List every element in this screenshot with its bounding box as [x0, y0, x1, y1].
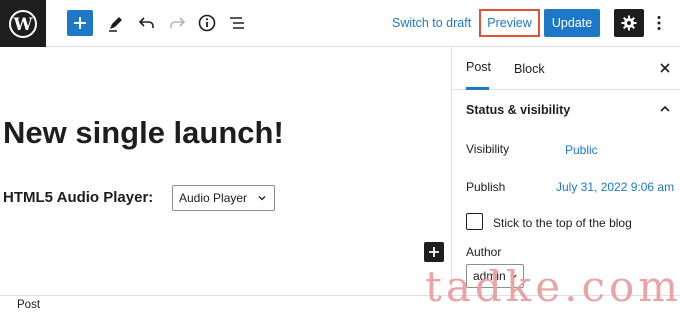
visibility-value[interactable]: Public	[565, 143, 598, 157]
breadcrumb[interactable]: Post	[17, 299, 40, 311]
audio-player-select[interactable]: Audio Player	[172, 185, 275, 211]
add-block-button[interactable]	[67, 10, 93, 36]
plus-icon	[74, 17, 86, 29]
redo-button[interactable]	[166, 12, 188, 34]
wordpress-logo-icon[interactable]: W	[0, 0, 46, 47]
author-label: Author	[466, 245, 502, 259]
tab-post-label: Post	[466, 60, 492, 74]
preview-button[interactable]: Preview	[479, 9, 540, 37]
settings-sidebar: Post Block Status & visibility Visibilit…	[451, 47, 680, 295]
block-inserter-button[interactable]	[424, 242, 444, 262]
list-view-button[interactable]	[226, 12, 248, 34]
update-button[interactable]: Update	[544, 9, 600, 37]
undo-button[interactable]	[136, 12, 158, 34]
settings-button[interactable]	[614, 9, 644, 37]
status-visibility-panel-title[interactable]: Status & visibility	[466, 103, 570, 117]
stick-to-top-checkbox[interactable]	[466, 213, 483, 230]
post-title[interactable]: New single launch!	[3, 115, 284, 151]
info-icon	[198, 14, 216, 32]
chevron-up-icon[interactable]	[659, 104, 671, 114]
audio-player-label: HTML5 Audio Player:	[3, 189, 154, 206]
close-icon[interactable]	[658, 61, 672, 75]
tab-block-label: Block	[514, 61, 545, 76]
sidebar-tabs: Post Block	[452, 47, 680, 90]
edit-tool-button[interactable]	[105, 12, 127, 34]
tab-block[interactable]: Block	[514, 47, 545, 90]
undo-icon	[138, 17, 154, 28]
pencil-icon	[109, 17, 122, 32]
update-label: Update	[551, 16, 593, 30]
tab-post[interactable]: Post	[466, 47, 492, 90]
stick-to-top-label: Stick to the top of the blog	[493, 216, 632, 230]
options-button[interactable]	[652, 11, 666, 35]
plus-icon	[429, 247, 439, 257]
preview-label: Preview	[487, 16, 532, 30]
visibility-label: Visibility	[466, 142, 510, 156]
publish-label: Publish	[466, 180, 506, 194]
publish-date-value[interactable]: July 31, 2022 9:06 am	[556, 180, 674, 194]
watermark: tadke.com	[425, 262, 680, 311]
more-vertical-icon	[657, 16, 661, 30]
switch-to-draft-button[interactable]: Switch to draft	[392, 16, 471, 30]
audio-select-value: Audio Player	[179, 191, 248, 205]
chevron-down-icon	[258, 196, 266, 201]
top-toolbar: W Switch to draft Preview Update	[0, 0, 680, 47]
list-view-icon	[230, 17, 244, 29]
redo-icon	[170, 17, 186, 28]
gear-icon	[621, 15, 637, 31]
svg-text:W: W	[12, 15, 33, 35]
details-button[interactable]	[196, 12, 218, 34]
